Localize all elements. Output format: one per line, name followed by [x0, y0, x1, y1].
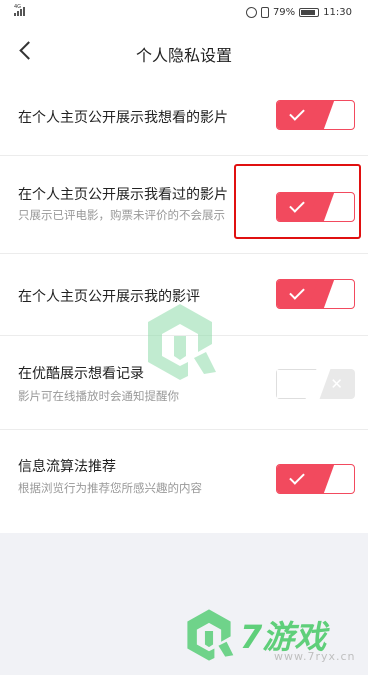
highlight-box	[234, 164, 361, 239]
close-icon: ✕	[330, 375, 343, 393]
clock: 11:30	[323, 7, 352, 18]
setting-label: 在优酷展示想看记录	[18, 366, 144, 382]
setting-label: 信息流算法推荐	[18, 459, 116, 475]
battery-percent: 79%	[272, 7, 296, 18]
setting-label: 在个人主页公开展示我看过的影片	[18, 187, 228, 203]
watermark-logo-icon	[148, 304, 216, 380]
status-bar: 4G 79% 11:30	[0, 0, 368, 28]
vibrate-icon	[260, 7, 269, 18]
toggle-switch[interactable]: ✕	[276, 369, 355, 399]
toggle-switch[interactable]	[276, 279, 355, 309]
battery-icon	[299, 8, 320, 17]
page-title: 个人隐私设置	[135, 46, 232, 65]
setting-label: 在个人主页公开展示我想看的影片	[18, 110, 228, 126]
setting-description: 只展示已评电影，购票未评价的不会展示	[18, 208, 225, 222]
watermark: 7游戏 www.7ryx.cn	[182, 606, 362, 666]
toggle-switch[interactable]	[276, 100, 355, 130]
signal-icon: 4G	[14, 4, 25, 16]
network-type: 4G	[14, 4, 22, 10]
setting-row-algorithm: 信息流算法推荐 根据浏览行为推荐您所感兴趣的内容	[0, 430, 368, 530]
alarm-icon	[245, 7, 257, 18]
watermark-logo-icon	[187, 609, 234, 661]
toggle-switch[interactable]	[276, 464, 355, 494]
watermark-url: www.7ryx.cn	[274, 650, 356, 663]
setting-description: 根据浏览行为推荐您所感兴趣的内容	[18, 481, 202, 495]
nav-bar: 个人隐私设置	[0, 28, 368, 78]
setting-row-want-to-see: 在个人主页公开展示我想看的影片	[0, 78, 368, 156]
setting-description: 影片可在线播放时会通知提醒你	[18, 389, 179, 403]
